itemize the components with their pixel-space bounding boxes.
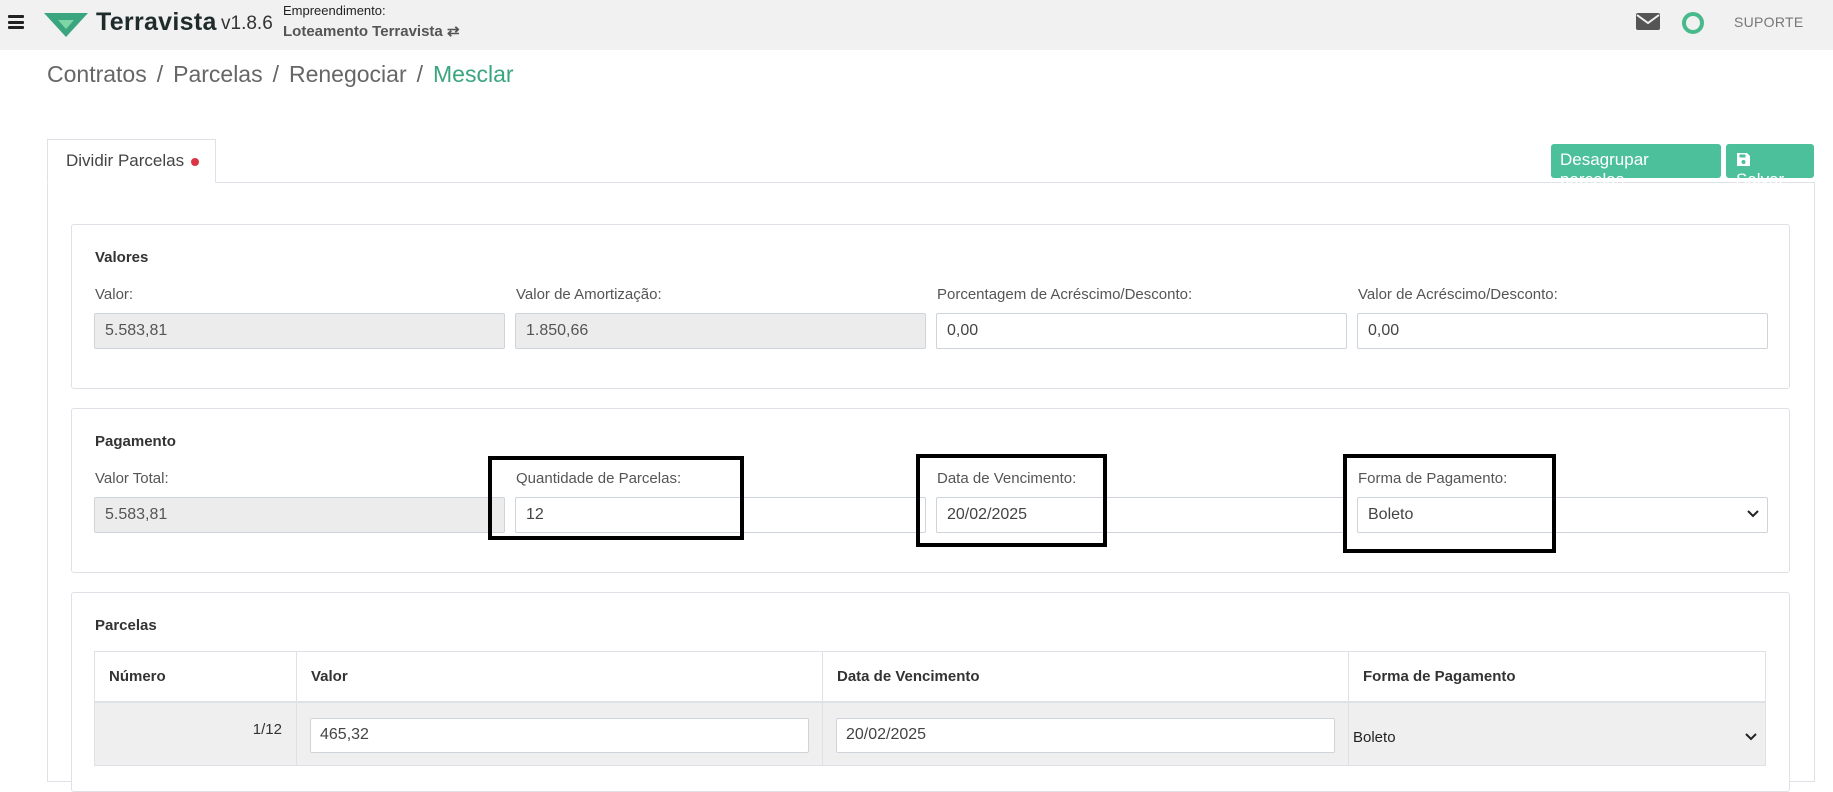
empreendimento-switcher[interactable]: Loteamento Terravista ⇄ (283, 22, 460, 40)
forma-select-value: Boleto (1368, 506, 1414, 523)
valor-label: Valor: (95, 286, 134, 303)
logo-icon (44, 13, 88, 37)
chevron-down-icon (1745, 732, 1757, 740)
valores-card: Valores Valor: 5.583,81 Valor de Amortiz… (71, 224, 1790, 389)
amortizacao-field: 1.850,66 (515, 313, 926, 349)
breadcrumb-separator: / (416, 61, 424, 87)
empreendimento-label: Empreendimento: (283, 3, 386, 18)
tab-dividir-parcelas[interactable]: Dividir Parcelas (47, 139, 216, 183)
vencimento-input[interactable]: 20/02/2025 (936, 497, 1347, 533)
breadcrumb: Contratos / Parcelas / Renegociar / Mesclar (47, 61, 514, 88)
parcelas-title: Parcelas (95, 617, 157, 634)
quantidade-label: Quantidade de Parcelas: (516, 470, 682, 487)
save-button[interactable]: Salvar (1726, 144, 1814, 189)
menu-icon[interactable] (8, 15, 24, 29)
mail-icon[interactable] (1636, 13, 1660, 30)
valores-title: Valores (95, 249, 149, 266)
unsaved-indicator-icon (191, 157, 200, 166)
quantidade-input[interactable]: 12 (515, 497, 926, 533)
ungroup-button[interactable]: Desagrupar parcelas (1551, 144, 1721, 189)
porcentagem-label: Porcentagem de Acréscimo/Desconto: (937, 286, 1193, 303)
valor-field: 5.583,81 (94, 313, 505, 349)
pagamento-card: Pagamento Valor Total: 5.583,81 Quantida… (71, 408, 1790, 573)
table-row: 1/12 465,32 20/02/2025 Boleto (94, 701, 1766, 766)
breadcrumb-parcelas[interactable]: Parcelas (173, 61, 262, 88)
row-forma-select[interactable]: Boleto (1348, 701, 1766, 766)
forma-label: Forma de Pagamento: (1358, 470, 1508, 487)
valor-total-field: 5.583,81 (94, 497, 505, 533)
acrescimo-input[interactable]: 0,00 (1357, 313, 1768, 349)
row-valor-cell: 465,32 (296, 701, 823, 766)
breadcrumb-mesclar: Mesclar (433, 61, 514, 87)
save-icon (1737, 153, 1750, 166)
column-header-forma: Forma de Pagamento (1348, 651, 1766, 703)
forma-select[interactable]: Boleto (1357, 497, 1768, 533)
pagamento-title: Pagamento (95, 433, 176, 450)
breadcrumb-contratos[interactable]: Contratos (47, 61, 147, 88)
porcentagem-input[interactable]: 0,00 (936, 313, 1347, 349)
parcelas-table: Número Valor Data de Vencimento Forma de… (94, 651, 1766, 766)
column-header-vencimento: Data de Vencimento (822, 651, 1349, 703)
breadcrumb-separator: / (272, 61, 279, 87)
acrescimo-label: Valor de Acréscimo/Desconto: (1358, 286, 1558, 303)
save-button-label: Salvar (1736, 170, 1785, 189)
table-header-row: Número Valor Data de Vencimento Forma de… (94, 651, 1766, 703)
brand-name: Terravista (96, 8, 217, 36)
top-bar: Terravista v1.8.6 Empreendimento: Loteam… (0, 0, 1833, 50)
row-vencimento-cell: 20/02/2025 (822, 701, 1349, 766)
row-vencimento-input[interactable]: 20/02/2025 (836, 717, 1335, 753)
status-icon[interactable] (1682, 12, 1704, 34)
valor-total-label: Valor Total: (95, 470, 169, 487)
chevron-down-icon (1747, 510, 1759, 518)
breadcrumb-renegociar[interactable]: Renegociar (289, 61, 407, 88)
row-forma-value: Boleto (1353, 728, 1396, 746)
row-numero: 1/12 (94, 701, 297, 766)
column-header-valor: Valor (296, 651, 823, 703)
breadcrumb-separator: / (156, 61, 164, 87)
row-valor-input[interactable]: 465,32 (310, 717, 809, 753)
app-version: v1.8.6 (221, 13, 273, 34)
vencimento-label: Data de Vencimento: (937, 470, 1077, 487)
support-link[interactable]: SUPORTE (1734, 14, 1804, 30)
tab-label: Dividir Parcelas (66, 151, 185, 170)
amortizacao-label: Valor de Amortização: (516, 286, 662, 303)
column-header-numero: Número (94, 651, 297, 703)
parcelas-card: Parcelas Número Valor Data de Vencimento… (71, 592, 1790, 792)
